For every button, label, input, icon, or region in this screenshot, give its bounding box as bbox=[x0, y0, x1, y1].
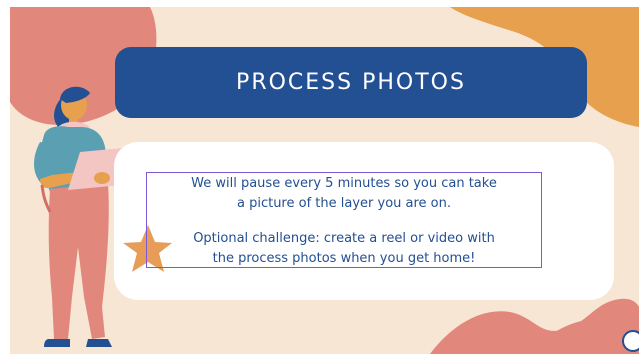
body-line-4: the process photos when you get home! bbox=[212, 251, 476, 266]
presentation-slide: PROCESS PHOTOS We will pause every 5 min… bbox=[10, 7, 639, 354]
pink-wave-shape bbox=[430, 298, 639, 354]
slide-title: PROCESS PHOTOS bbox=[236, 70, 466, 95]
body-text-box[interactable]: We will pause every 5 minutes so you can… bbox=[146, 172, 542, 268]
body-line-1: We will pause every 5 minutes so you can… bbox=[191, 176, 497, 191]
corner-nav-button[interactable] bbox=[622, 330, 639, 352]
body-line-2: a picture of the layer you are on. bbox=[236, 196, 451, 211]
title-bar: PROCESS PHOTOS bbox=[115, 47, 587, 118]
body-line-3: Optional challenge: create a reel or vid… bbox=[193, 231, 495, 246]
